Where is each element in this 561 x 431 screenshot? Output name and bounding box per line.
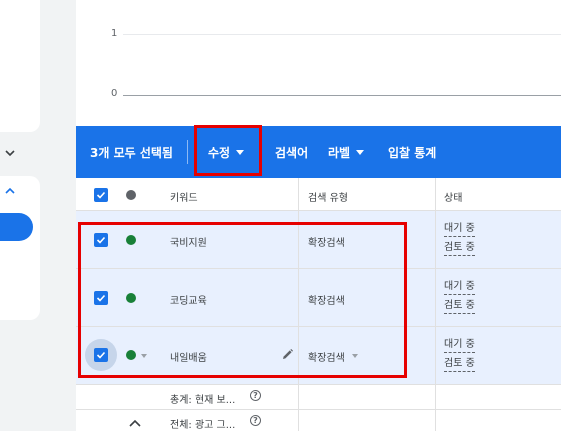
chevron-down-icon[interactable] (3, 146, 17, 160)
action-bar-divider (187, 140, 188, 164)
keyword-text: 내일배움 (170, 353, 207, 364)
column-divider (435, 178, 436, 210)
help-icon[interactable]: ? (250, 390, 261, 401)
status-dropdown-arrow-icon[interactable] (141, 354, 147, 358)
y-tick-label: 0 (111, 88, 118, 99)
checkmark-icon (96, 351, 106, 359)
column-divider (298, 211, 299, 268)
row-checkbox[interactable] (94, 233, 108, 247)
dropdown-arrow-icon (356, 149, 365, 155)
table-row: 코딩교육 확장검색 대기 중 검토 중 (76, 269, 561, 327)
selection-count: 3개 모두 선택됨 (90, 145, 173, 160)
status-cell: 대기 중 검토 중 (444, 222, 475, 260)
bulk-action-bar: 3개 모두 선택됨 수정 검색어 라벨 입찰 통계 (76, 126, 561, 178)
column-divider (298, 178, 299, 210)
chevron-up-icon[interactable] (3, 184, 17, 198)
column-divider (435, 410, 436, 431)
status-pending[interactable]: 대기 중 (444, 280, 475, 295)
enabled-status-icon (126, 293, 136, 303)
summary-label: 총계: 현재 보... (170, 395, 236, 406)
bid-stats-button[interactable]: 입찰 통계 (388, 126, 436, 178)
match-type-text: 확장검색 (308, 353, 345, 364)
column-divider (435, 327, 436, 384)
keyword-text: 코딩교육 (170, 296, 207, 307)
status-under-review[interactable]: 검토 중 (444, 299, 475, 314)
table-header-row: 키워드 검색 유형 상태 (76, 178, 561, 211)
match-type-text: 확장검색 (308, 238, 345, 249)
column-divider (435, 211, 436, 268)
performance-chart: 1 0 (76, 0, 561, 126)
table-row: 국비지원 확장검색 대기 중 검토 중 (76, 211, 561, 269)
checkmark-icon (96, 236, 106, 244)
gridline (123, 34, 561, 35)
status-under-review[interactable]: 검토 중 (444, 357, 475, 372)
column-divider (298, 385, 299, 409)
search-terms-button[interactable]: 검색어 (275, 126, 308, 178)
column-divider (435, 385, 436, 409)
edit-pencil-icon[interactable] (281, 348, 294, 361)
checkmark-icon (96, 191, 106, 199)
keyword-text: 국비지원 (170, 238, 207, 249)
status-column-header[interactable]: 상태 (444, 189, 462, 204)
status-column-icon (126, 190, 136, 200)
table-row: 내일배움 확장검색 대기 중 검토 중 (76, 327, 561, 385)
enabled-status-icon (126, 235, 136, 245)
y-tick-label: 1 (111, 28, 118, 39)
help-icon[interactable]: ? (250, 415, 261, 426)
summary-row: 총계: 현재 보... ? (76, 385, 561, 410)
chevron-up-icon[interactable] (128, 417, 142, 429)
labels-dropdown-button[interactable]: 라벨 (328, 126, 365, 178)
sidebar-selected-item[interactable] (0, 213, 33, 241)
keywords-table: 키워드 검색 유형 상태 국비지원 확장검색 대기 중 검토 중 코딩교육 확장… (76, 178, 561, 431)
select-all-checkbox[interactable] (94, 188, 108, 202)
row-checkbox[interactable] (94, 291, 108, 305)
column-divider (298, 269, 299, 326)
summary-row: 전체: 광고 그... ? (76, 410, 561, 431)
column-divider (435, 269, 436, 326)
match-type-column-header[interactable]: 검색 유형 (308, 189, 348, 204)
labels-label: 라벨 (328, 145, 351, 160)
keyword-column-header[interactable]: 키워드 (170, 189, 198, 204)
edit-dropdown-button[interactable]: 수정 (208, 126, 245, 178)
x-axis-baseline (123, 95, 561, 96)
column-divider (298, 327, 299, 384)
row-checkbox[interactable] (94, 348, 108, 362)
status-cell: 대기 중 검토 중 (444, 280, 475, 318)
dropdown-arrow-icon (236, 149, 245, 155)
status-cell: 대기 중 검토 중 (444, 338, 475, 376)
left-panel-card (0, 0, 40, 132)
summary-label: 전체: 광고 그... (170, 420, 236, 431)
checkmark-icon (96, 294, 106, 302)
keywords-panel: 1 0 3개 모두 선택됨 수정 검색어 라벨 입찰 통계 키워드 검색 유형 … (76, 0, 561, 431)
column-divider (298, 410, 299, 431)
match-type-dropdown-arrow-icon[interactable] (352, 354, 358, 358)
page: 1 0 3개 모두 선택됨 수정 검색어 라벨 입찰 통계 키워드 검색 유형 … (0, 0, 561, 431)
status-pending[interactable]: 대기 중 (444, 222, 475, 237)
match-type-text: 확장검색 (308, 296, 345, 307)
enabled-status-icon[interactable] (126, 350, 136, 360)
status-under-review[interactable]: 검토 중 (444, 241, 475, 256)
edit-label: 수정 (208, 145, 231, 160)
status-pending[interactable]: 대기 중 (444, 338, 475, 353)
